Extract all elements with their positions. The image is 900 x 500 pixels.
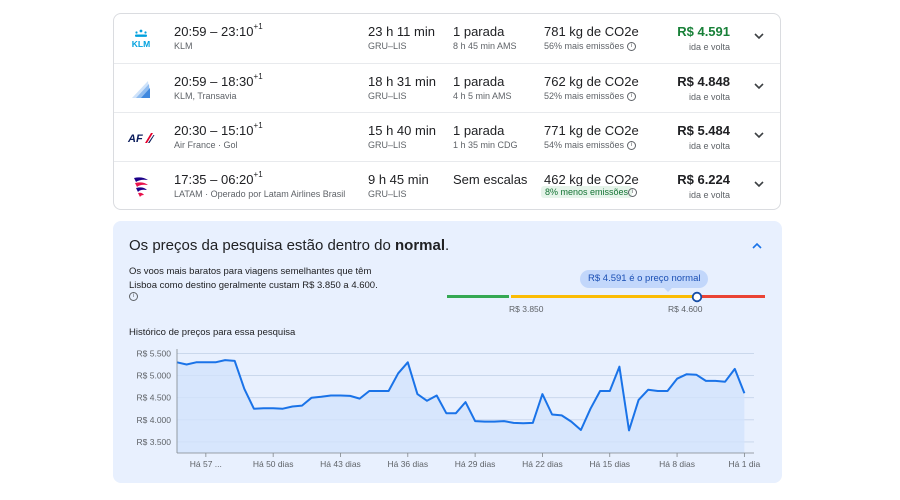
flight-stops: 1 parada (453, 123, 505, 138)
range-low-label: R$ 3.850 (509, 304, 544, 314)
emissions-note: 52% mais emissões i (544, 91, 637, 101)
x-tick-label: Há 50 dias (253, 459, 294, 469)
price-history-label: Histórico de preços para essa pesquisa (129, 327, 296, 338)
price-level-tooltip: R$ 4.591 é o preço normal (580, 270, 709, 288)
typical-price-segment (511, 295, 699, 298)
flight-route: GRU–LIS (368, 41, 407, 51)
flight-times: 20:30 – 15:10+1 (174, 121, 263, 138)
flight-stops: 1 parada (453, 74, 505, 89)
flight-duration: 15 h 40 min (368, 123, 436, 138)
info-icon[interactable]: i (627, 91, 637, 101)
flight-route: GRU–LIS (368, 91, 407, 101)
emissions-note: 54% mais emissões i (544, 140, 637, 150)
flight-price: R$ 5.484 (677, 123, 730, 138)
x-tick-label: Há 15 dias (589, 459, 630, 469)
price-note: ida e volta (688, 190, 730, 200)
co2-emissions: 762 kg de CO2e (544, 74, 639, 89)
flight-row[interactable]: KLM 20:59 – 23:10+1 KLM 23 h 11 min GRU–… (114, 14, 780, 63)
y-tick-label: R$ 4.500 (137, 393, 172, 403)
layover-info: 1 h 35 min CDG (453, 140, 518, 150)
flight-duration: 18 h 31 min (368, 74, 436, 89)
flight-price: R$ 4.591 (677, 24, 730, 39)
x-tick-label: Há 43 dias (320, 459, 361, 469)
chevron-down-icon[interactable] (752, 177, 766, 191)
chevron-up-icon[interactable] (750, 239, 764, 253)
flight-price: R$ 4.848 (677, 74, 730, 89)
info-icon[interactable]: i (628, 188, 637, 197)
flight-times: 20:59 – 23:10+1 (174, 22, 263, 39)
info-icon[interactable]: i (627, 41, 637, 51)
high-price-segment (701, 295, 765, 298)
layover-info: 4 h 5 min AMS (453, 91, 512, 101)
flight-row[interactable]: 17:35 – 06:20+1 LATAM · Operado por Lata… (114, 161, 780, 209)
price-history-chart[interactable]: R$ 5.500 R$ 5.000 R$ 4.500 R$ 4.000 R$ 3.500… (113, 341, 782, 473)
x-tick-label: Há 1 dia (729, 459, 761, 469)
layover-info: 8 h 45 min AMS (453, 41, 517, 51)
y-tick-label: R$ 5.000 (137, 371, 172, 381)
airline-name: KLM (174, 41, 193, 51)
emissions-note: 8% menos emissões (541, 186, 633, 198)
latam-logo (126, 174, 156, 200)
airline-name: LATAM · Operado por Latam Airlines Brasi… (174, 189, 346, 199)
flight-row[interactable]: 20:59 – 18:30+1 KLM, Transavia 18 h 31 m… (114, 63, 780, 112)
flight-times: 17:35 – 06:20+1 (174, 170, 263, 187)
x-tick-label: Há 29 dias (455, 459, 496, 469)
y-tick-label: R$ 4.000 (137, 415, 172, 425)
co2-emissions: 771 kg de CO2e (544, 123, 639, 138)
flight-duration: 23 h 11 min (368, 24, 435, 39)
price-insight-title: Os preços da pesquisa estão dentro do no… (129, 237, 450, 254)
price-note: ida e volta (688, 42, 730, 52)
range-high-label: R$ 4.600 (668, 304, 703, 314)
price-note: ida e volta (688, 141, 730, 151)
tooltip-pointer (663, 287, 673, 292)
emissions-note: 56% mais emissões i (544, 41, 637, 51)
co2-emissions: 781 kg de CO2e (544, 24, 639, 39)
flight-stops: 1 parada (453, 24, 505, 39)
airline-name: KLM, Transavia (174, 91, 237, 101)
current-price-marker (691, 291, 702, 303)
x-tick-label: Há 22 dias (522, 459, 563, 469)
x-tick-label: Há 57 ... (190, 459, 222, 469)
x-tick-label: Há 8 dias (659, 459, 695, 469)
chevron-down-icon[interactable] (752, 79, 766, 93)
svg-text:AF: AF (127, 133, 143, 145)
svg-text:KLM: KLM (132, 39, 150, 49)
co2-emissions: 462 kg de CO2e (544, 172, 639, 187)
flight-duration: 9 h 45 min (368, 172, 429, 187)
chevron-down-icon[interactable] (752, 128, 766, 142)
flight-times: 20:59 – 18:30+1 (174, 72, 263, 89)
flight-results-list: KLM 20:59 – 23:10+1 KLM 23 h 11 min GRU–… (113, 13, 781, 210)
y-tick-label: R$ 5.500 (137, 348, 172, 358)
price-insights-panel: Os preços da pesquisa estão dentro do no… (113, 221, 782, 483)
info-icon[interactable]: i (627, 140, 637, 150)
info-icon[interactable]: i (129, 292, 138, 301)
price-insight-description: Os voos mais baratos para viagens semelh… (129, 266, 378, 291)
price-note: ida e volta (688, 92, 730, 102)
price-range-bar (447, 295, 765, 299)
flight-route: GRU–LIS (368, 140, 407, 150)
flight-price: R$ 6.224 (677, 172, 730, 187)
flight-route: GRU–LIS (368, 189, 407, 199)
y-tick-label: R$ 3.500 (137, 437, 172, 447)
flight-row[interactable]: AF 20:30 – 15:10+1 Air France · Gol 15 h… (114, 112, 780, 161)
klm-logo: KLM (126, 26, 156, 52)
low-price-segment (447, 295, 509, 298)
transavia-logo (126, 76, 156, 102)
air-france-logo: AF (126, 125, 156, 151)
chevron-down-icon[interactable] (752, 29, 766, 43)
x-tick-label: Há 36 dias (387, 459, 428, 469)
airline-name: Air France · Gol (174, 140, 238, 150)
flight-stops: Sem escalas (453, 172, 528, 187)
